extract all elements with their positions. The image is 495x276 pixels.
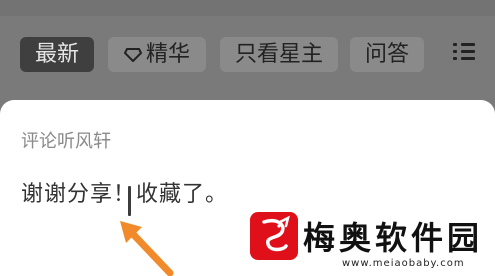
tab-owner-only-label: 只看星主 (234, 42, 323, 67)
comment-sheet-title: 评论听风轩 (21, 131, 111, 152)
top-bar (0, 0, 495, 16)
tab-owner-only[interactable]: 只看星主 (220, 37, 338, 72)
watermark-url: www.meiaobaby.com (342, 258, 465, 269)
watermark-name: 梅奥软件园 (303, 219, 484, 257)
text-cursor (128, 186, 131, 216)
list-menu-icon[interactable] (453, 41, 475, 63)
tab-latest[interactable]: 最新 (20, 37, 94, 72)
filter-tabs: 最新 精华 只看星主 问答 (0, 28, 495, 80)
tab-featured-label: 精华 (145, 42, 190, 67)
pointer-arrow-icon (120, 221, 174, 276)
diamond-icon (123, 48, 142, 62)
comment-input[interactable]: 谢谢分享！收藏了。 (21, 176, 228, 208)
tab-qa[interactable]: 问答 (350, 37, 424, 72)
tab-latest-label: 最新 (34, 42, 79, 67)
tab-featured[interactable]: 精华 (108, 37, 206, 72)
tab-qa-label: 问答 (364, 42, 409, 67)
watermark: 梅奥软件园 www.meiaobaby.com (248, 210, 495, 276)
dragon-logo-icon (250, 212, 298, 260)
